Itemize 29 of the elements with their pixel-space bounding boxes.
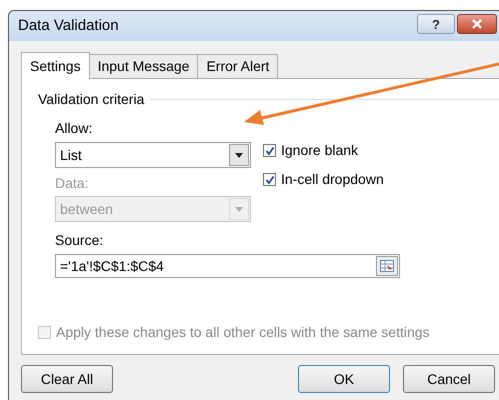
checkbox-label: In-cell dropdown — [281, 170, 384, 189]
caret-icon — [235, 152, 243, 158]
window-title: Data Validation — [18, 16, 119, 36]
checkbox-label: Ignore blank — [281, 141, 358, 160]
dialog-button[interactable]: Clear All — [21, 365, 113, 393]
range-select-button[interactable] — [376, 256, 398, 276]
data-label: Data: — [55, 174, 90, 193]
dropdown[interactable]: List — [55, 142, 251, 168]
checkbox[interactable] — [263, 144, 276, 157]
dropdown-arrow-button[interactable] — [229, 144, 249, 166]
tab[interactable]: Settings — [21, 52, 90, 79]
close-button[interactable] — [457, 14, 497, 34]
tab[interactable]: Error Alert — [197, 54, 278, 78]
source-value: ='1a'!$C$1:$C$4 — [59, 256, 165, 276]
checkbox[interactable] — [263, 173, 276, 186]
dropdown-value: List — [59, 146, 83, 164]
dialog-button[interactable]: Cancel — [403, 365, 495, 393]
help-button[interactable]: ? — [417, 14, 455, 34]
close-icon — [472, 19, 482, 29]
source-label: Source: — [55, 231, 104, 250]
tab[interactable]: Input Message — [88, 54, 198, 78]
range-select-icon — [380, 260, 394, 272]
caret-icon — [235, 206, 243, 212]
dialog-button[interactable]: OK — [298, 365, 390, 393]
group-title: Validation criteria — [38, 90, 144, 109]
source-field[interactable]: ='1a'!$C$1:$C$4 — [55, 254, 400, 278]
checkbox-label: Apply these changes to all other cells with the same settings — [56, 323, 430, 342]
allow-label: Allow: — [55, 119, 94, 138]
dropdown-value: between — [59, 200, 114, 218]
